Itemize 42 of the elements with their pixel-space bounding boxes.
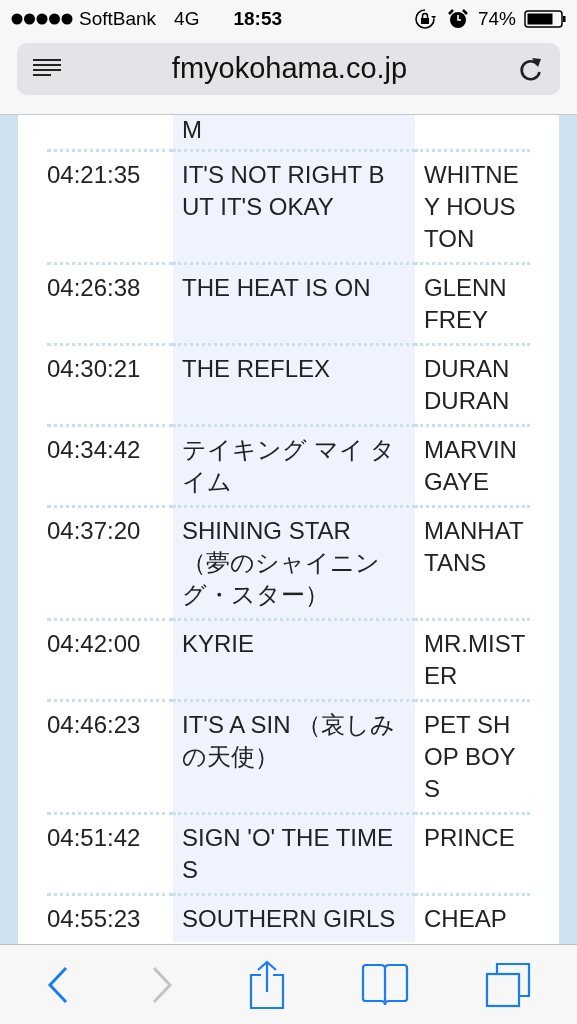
clock: 18:53 [233, 6, 283, 31]
battery-icon [524, 10, 566, 28]
share-icon[interactable] [249, 959, 286, 1010]
signal-icon [11, 13, 73, 25]
song-title: IT'S NOT RIGHT BUT IT'S OKAY [182, 161, 385, 220]
song-title: SHINING STAR （夢のシャイニング・スター） [182, 517, 380, 608]
artist-name: GLENN FREY [424, 273, 508, 335]
time-cell: 04:42:00 [47, 630, 141, 657]
song-title: SIGN 'O' THE TIMES [182, 824, 393, 883]
song-title: テイキング マイ タイム [182, 436, 396, 495]
song-title: IT'S A SIN （哀しみの天使） [182, 711, 396, 770]
artist-name: DURAN DURAN [424, 354, 511, 416]
url-text[interactable]: fmyokohama.co.jp [61, 47, 518, 91]
battery-percent: 74% [477, 6, 516, 31]
alarm-icon [447, 9, 468, 29]
artist-name: CHEAP [424, 904, 508, 934]
time-cell: 04:37:20 [47, 517, 141, 544]
song-title: KYRIE [182, 630, 255, 657]
artist-name: PET SHOP BOYS [424, 710, 517, 804]
time-cell: 04:55:23 [47, 905, 141, 932]
time-cell: 04:34:42 [47, 436, 141, 463]
song-title: SOUTHERN GIRLS [182, 905, 396, 932]
song-title: THE REFLEX [182, 355, 331, 382]
time-cell: 04:21:35 [47, 161, 141, 188]
carrier-name: SoftBank [79, 6, 157, 31]
time-cell: 04:46:23 [47, 711, 141, 738]
tabs-icon[interactable] [485, 961, 532, 1008]
song-title: THE HEAT IS ON [182, 274, 371, 301]
artist-name: MARVIN GAYE [424, 435, 518, 497]
time-cell: 04:30:21 [47, 355, 141, 382]
rotation-lock-icon [413, 8, 436, 30]
bookmarks-icon[interactable] [361, 962, 410, 1007]
artist-name: WHITNEY HOUSTON [424, 160, 520, 254]
address-bar[interactable]: fmyokohama.co.jp [17, 43, 560, 95]
artist-name: PRINCE [424, 823, 516, 853]
artist-name: MR.MISTER [424, 629, 526, 691]
song-title: M [182, 116, 202, 143]
network-type: 4G [174, 6, 200, 31]
time-cell: 04:26:38 [47, 274, 141, 301]
reload-icon[interactable] [518, 55, 544, 83]
artist-name: MANHATTANS [424, 516, 525, 578]
time-cell: 04:51:42 [47, 824, 141, 851]
